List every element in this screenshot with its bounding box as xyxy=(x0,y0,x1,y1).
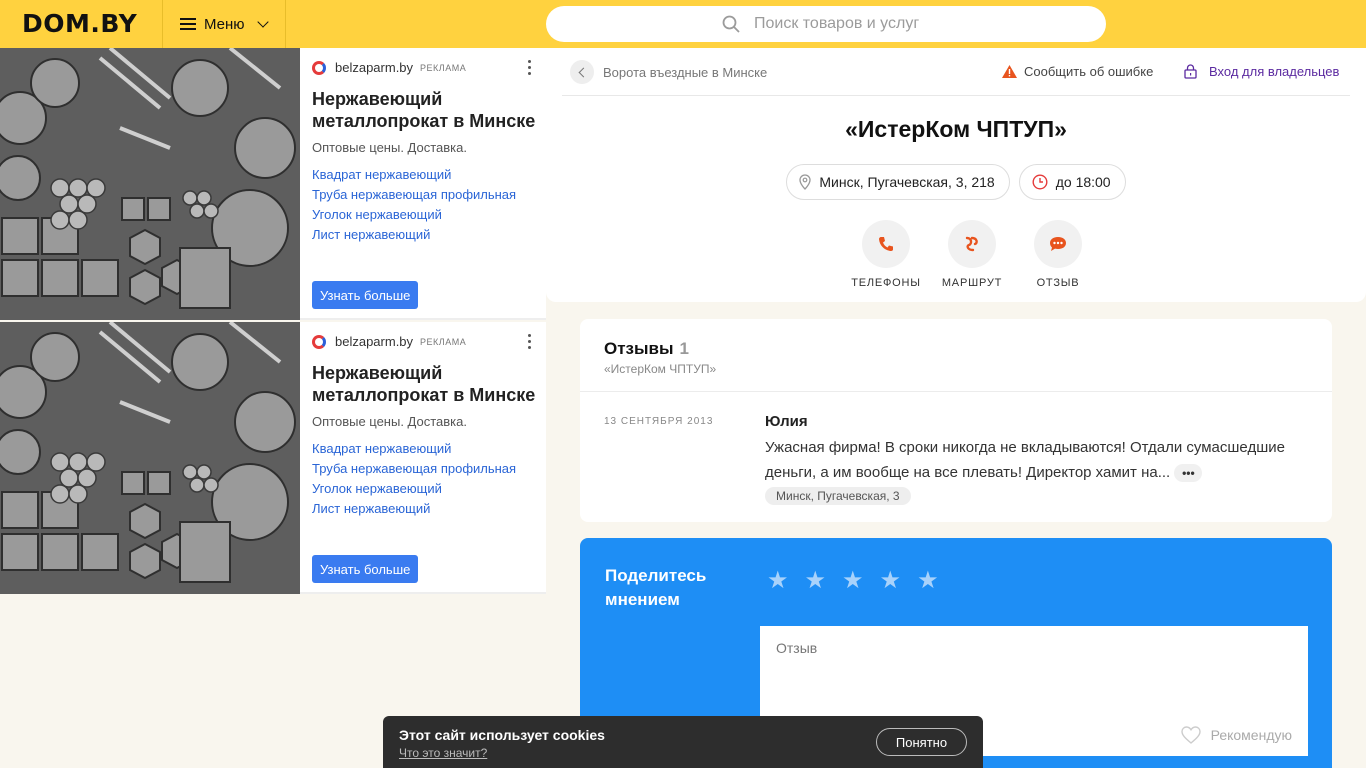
recommend-toggle[interactable]: Рекомендую xyxy=(1180,726,1292,744)
star-icon[interactable]: ★ xyxy=(842,569,864,593)
reviews-heading: Отзывы 1 xyxy=(604,339,689,358)
review-textarea[interactable] xyxy=(776,640,1276,700)
reviews-subtitle: «ИстерКом ЧПТУП» xyxy=(604,362,717,376)
cookie-title: Этот сайт использует cookies xyxy=(399,727,605,743)
search-icon xyxy=(722,15,740,33)
ad-link[interactable]: Труба нержавеющая профильная xyxy=(312,185,516,205)
ad-link[interactable]: Квадрат нержавеющий xyxy=(312,165,516,185)
ad-label: РЕКЛАМА xyxy=(420,336,467,347)
site-header: DOM.BY Меню xyxy=(0,0,1366,48)
clock-icon xyxy=(1032,174,1048,190)
ad-options-icon[interactable] xyxy=(528,60,532,75)
search-bar[interactable] xyxy=(546,6,1106,42)
star-rating[interactable]: ★ ★ ★ ★ ★ xyxy=(767,569,939,593)
lock-icon xyxy=(1184,64,1197,79)
ad-block[interactable]: belzaparm.by РЕКЛАМА Нержавеющий металло… xyxy=(0,48,546,320)
reviews-count: 1 xyxy=(679,339,689,358)
share-title: Поделитесь мнением xyxy=(605,566,707,609)
ad-description: Оптовые цены. Доставка. xyxy=(312,414,467,429)
comment-icon xyxy=(1050,237,1066,251)
ad-link[interactable]: Уголок нержавеющий xyxy=(312,479,516,499)
divider xyxy=(562,95,1350,96)
review-author: Юлия xyxy=(765,413,808,430)
ad-link[interactable]: Уголок нержавеющий xyxy=(312,205,516,225)
breadcrumb[interactable]: Ворота въездные в Минске xyxy=(570,60,767,84)
reviews-section: Отзывы 1 «ИстерКом ЧПТУП» 13 СЕНТЯБРЯ 201… xyxy=(580,319,1332,522)
ad-title[interactable]: Нержавеющий металлопрокат в Минске xyxy=(312,362,540,406)
address-text: Минск, Пугачевская, 3, 218 xyxy=(819,174,995,190)
ad-learn-more-button[interactable]: Узнать больше xyxy=(312,281,419,309)
owners-login-link[interactable]: Вход для владельцев xyxy=(1184,64,1339,79)
ad-source[interactable]: belzaparm.by РЕКЛАМА xyxy=(312,60,466,75)
ad-source-domain: belzaparm.by xyxy=(335,60,414,75)
review-text: Ужасная фирма! В сроки никогда не вклады… xyxy=(765,439,1285,483)
address-chip[interactable]: Минск, Пугачевская, 3, 218 xyxy=(786,164,1010,200)
recommend-label: Рекомендую xyxy=(1210,727,1292,743)
star-icon[interactable]: ★ xyxy=(880,569,902,593)
divider xyxy=(580,391,1332,392)
cookie-accept-button[interactable]: Понятно xyxy=(876,728,967,756)
ad-block[interactable]: belzaparm.by РЕКЛАМА Нержавеющий металло… xyxy=(0,322,546,594)
cookie-info-link[interactable]: Что это значит? xyxy=(399,746,487,760)
ad-source[interactable]: belzaparm.by РЕКЛАМА xyxy=(312,334,466,349)
company-card: Ворота въездные в Минске Сообщить об оши… xyxy=(546,48,1366,302)
search-input[interactable] xyxy=(754,15,1054,33)
menu-label: Меню xyxy=(204,15,245,33)
ad-image-metal-products[interactable] xyxy=(0,322,300,594)
ad-source-domain: belzaparm.by xyxy=(335,334,414,349)
ad-label: РЕКЛАМА xyxy=(420,62,467,73)
company-name: «ИстерКом ЧПТУП» xyxy=(845,116,1067,142)
review-expand-button[interactable]: ••• xyxy=(1174,464,1203,483)
ad-link[interactable]: Лист нержавеющий xyxy=(312,499,516,519)
ad-learn-more-button[interactable]: Узнать больше xyxy=(312,555,419,583)
ad-link[interactable]: Труба нержавеющая профильная xyxy=(312,459,516,479)
route-button[interactable]: МАРШРУТ xyxy=(942,220,1001,289)
breadcrumb-link[interactable]: Ворота въездные в Минске xyxy=(603,65,767,80)
phone-icon xyxy=(879,237,893,251)
ad-source-logo-icon xyxy=(312,334,326,349)
ad-source-logo-icon xyxy=(312,60,326,75)
site-logo[interactable]: DOM.BY xyxy=(22,9,137,38)
review-address-tag[interactable]: Минск, Пугачевская, 3 xyxy=(765,487,911,505)
phones-label: ТЕЛЕФОНЫ xyxy=(851,277,921,289)
star-icon[interactable]: ★ xyxy=(917,569,939,593)
warning-icon xyxy=(1002,65,1017,78)
review-date: 13 СЕНТЯБРЯ 2013 xyxy=(604,416,714,427)
ad-image-metal-products[interactable] xyxy=(0,48,300,320)
hours-chip[interactable]: до 18:00 xyxy=(1018,164,1126,200)
report-error-link[interactable]: Сообщить об ошибке xyxy=(1002,64,1153,79)
menu-button[interactable]: Меню xyxy=(162,0,286,48)
report-error-label: Сообщить об ошибке xyxy=(1024,64,1154,79)
location-pin-icon xyxy=(799,174,812,190)
cookie-banner: Этот сайт использует cookies Что это зна… xyxy=(383,716,983,768)
star-icon[interactable]: ★ xyxy=(767,569,789,593)
chevron-down-icon xyxy=(256,16,269,28)
hours-text: до 18:00 xyxy=(1055,174,1111,190)
back-arrow-icon[interactable] xyxy=(570,60,594,84)
ad-options-icon[interactable] xyxy=(528,334,532,349)
ad-description: Оптовые цены. Доставка. xyxy=(312,140,467,155)
review-button[interactable]: ОТЗЫВ xyxy=(1034,220,1082,289)
star-icon[interactable]: ★ xyxy=(805,569,827,593)
owners-login-label: Вход для владельцев xyxy=(1209,64,1340,79)
ad-title[interactable]: Нержавеющий металлопрокат в Минске xyxy=(312,88,540,132)
route-icon xyxy=(965,236,978,252)
review-label: ОТЗЫВ xyxy=(1036,277,1080,289)
heart-icon xyxy=(1180,726,1201,744)
ad-link[interactable]: Лист нержавеющий xyxy=(312,225,516,245)
hamburger-icon xyxy=(180,18,196,30)
route-label: МАРШРУТ xyxy=(941,277,1003,289)
ad-link[interactable]: Квадрат нержавеющий xyxy=(312,439,516,459)
phones-button[interactable]: ТЕЛЕФОНЫ xyxy=(851,220,920,289)
